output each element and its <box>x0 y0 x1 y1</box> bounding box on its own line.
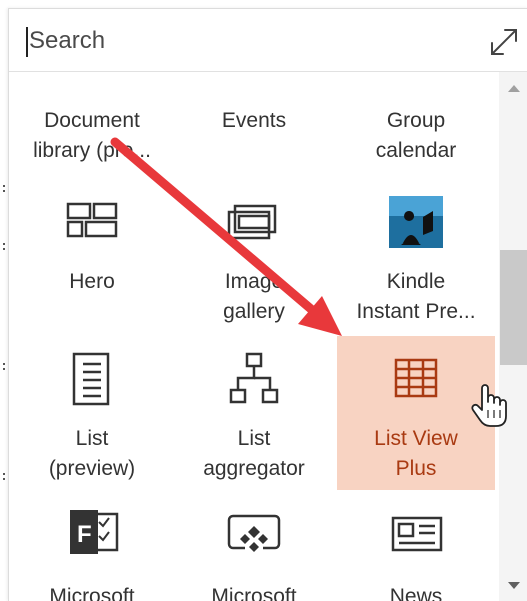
tile-label-line1: Microsoft <box>211 585 297 601</box>
tile-label-line2: (preview) <box>48 457 136 480</box>
tile-document-library[interactable]: Document library (pre... <box>13 72 171 167</box>
edge-dots-decoration <box>3 185 5 480</box>
web-part-grid: Document library (pre... Events Group ca… <box>9 72 499 601</box>
tile-microsoft-forms[interactable]: F Microsoft <box>13 494 171 601</box>
scroll-up-arrow-icon[interactable] <box>507 82 521 94</box>
search-bar <box>9 9 527 72</box>
kindle-icon <box>389 196 443 248</box>
list-icon <box>72 352 110 406</box>
hero-icon <box>66 202 118 238</box>
tile-list[interactable]: List (preview) <box>13 336 171 490</box>
text-caret <box>26 27 28 57</box>
tile-label-line1: Document <box>44 109 140 132</box>
tile-label-line1: Events <box>221 109 287 132</box>
scrollbar-thumb[interactable] <box>500 250 527 365</box>
tile-list-view-plus[interactable]: List View Plus <box>337 336 495 490</box>
search-input[interactable] <box>29 23 449 59</box>
tile-label-line2: Plus <box>395 457 437 480</box>
tile-label-line2: library (pre... <box>33 139 151 162</box>
tile-microsoft-powerapps[interactable]: Microsoft <box>175 494 333 601</box>
svg-text:F: F <box>77 521 92 548</box>
tile-label-line2: aggregator <box>203 457 305 480</box>
vertical-scrollbar[interactable] <box>499 72 527 601</box>
tile-label-line1: List View <box>374 427 458 450</box>
tile-label-line1: Microsoft <box>49 585 135 601</box>
tile-events[interactable]: Events <box>175 72 333 167</box>
web-part-picker-panel: Document library (pre... Events Group ca… <box>8 8 527 601</box>
tile-hero[interactable]: Hero <box>13 174 171 332</box>
tile-label-line1: List <box>237 427 271 450</box>
scroll-down-arrow-icon[interactable] <box>507 580 521 592</box>
tile-list-aggregator[interactable]: List aggregator <box>175 336 333 490</box>
microsoft-forms-icon: F <box>70 510 119 554</box>
tile-label-line2: Instant Pre... <box>356 300 476 323</box>
tile-label-line2: gallery <box>223 300 285 323</box>
expand-icon[interactable] <box>487 25 521 59</box>
tile-label-line1: Kindle <box>386 270 446 293</box>
list-view-plus-icon <box>394 358 438 398</box>
tile-label-line1: Image <box>224 270 284 293</box>
image-gallery-icon <box>227 204 277 240</box>
tile-label-line1: Hero <box>69 270 115 293</box>
tile-image-gallery[interactable]: Image gallery <box>175 174 333 332</box>
list-aggregator-icon <box>229 352 279 404</box>
tile-label-line1: List <box>75 427 109 450</box>
tile-kindle[interactable]: Kindle Instant Pre... <box>337 174 495 332</box>
tile-label-line1: Group <box>386 109 446 132</box>
news-icon <box>391 516 443 552</box>
tile-label-line1: News <box>389 585 443 601</box>
tile-label-line2: calendar <box>375 139 457 162</box>
tile-group-calendar[interactable]: Group calendar <box>337 72 495 167</box>
tile-news[interactable]: News <box>337 494 495 601</box>
microsoft-powerapps-icon <box>227 514 281 552</box>
